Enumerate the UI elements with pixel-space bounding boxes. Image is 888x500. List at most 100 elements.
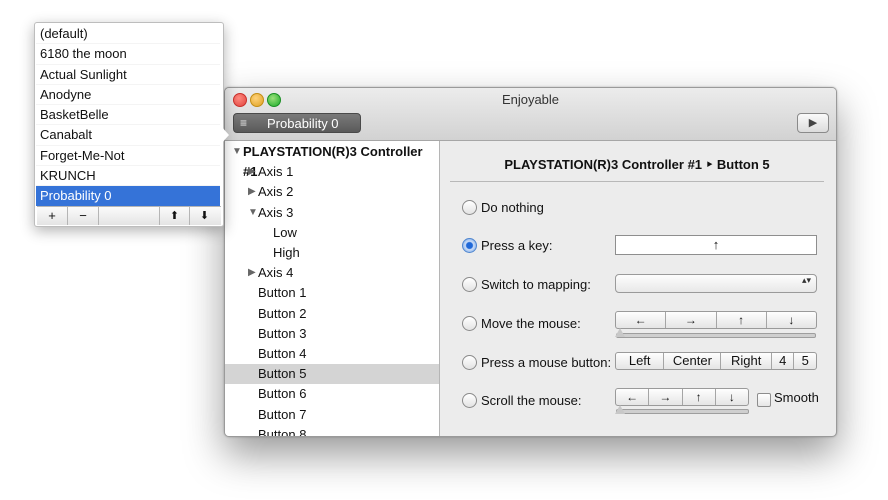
smooth-checkbox[interactable] [757,393,771,407]
tree-item-label: Button 3 [258,325,307,341]
tree-item[interactable]: Button 8 [225,425,439,436]
tree-item[interactable]: Button 6 [225,384,439,404]
tree-item-label: High [273,245,300,260]
mapping-list-button-label: Probability 0 [267,116,339,131]
tree-item-label: Button 6 [258,386,307,402]
move-mouse-radio[interactable] [462,316,477,331]
mapping-list-toolbar: + − ⬆ ⬇ [37,206,221,225]
move-mapping-down-button[interactable]: ⬇ [190,207,219,225]
move-mapping-up-button[interactable]: ⬆ [160,207,190,225]
tree-item[interactable]: Button 4 [225,344,439,364]
scroll-speed-slider[interactable] [616,409,749,414]
tree-device-row[interactable]: ▼ PLAYSTATION(R)3 Controller #1 [225,142,439,179]
tree-item[interactable]: Button 2 [225,304,439,324]
play-icon: ▶ [808,117,818,129]
mouse-button-segment[interactable]: Left [616,353,663,369]
title-bar[interactable]: Enjoyable ≡ Probability 0 ▶ [225,88,836,141]
do-nothing-label: Do nothing [481,200,544,215]
scroll-direction-segment[interactable]: ← [616,389,648,405]
mapping-list-item[interactable]: Forget-Me-Not [36,146,220,166]
mouse-button-control[interactable]: Left Center Right 4 5 [615,352,817,370]
tree-item-label: Axis 3 [258,204,294,220]
mapping-list-item[interactable]: Canabalt [36,125,220,146]
start-mapping-button[interactable]: ▶ [797,113,829,133]
disclosure-open-icon[interactable]: ▼ [248,203,258,223]
detail-title: PLAYSTATION(R)3 Controller #1 ‣ Button 5 [450,157,824,182]
scroll-direction-segment[interactable]: ↑ [681,389,715,405]
detail-pane: PLAYSTATION(R)3 Controller #1 ‣ Button 5… [440,141,836,436]
tree-item[interactable]: ▶ Axis 2 [225,182,439,202]
select-arrows-icon: ▴▾ [801,275,811,285]
scroll-direction-control[interactable]: ← → ↑ ↓ [615,388,749,406]
tree-item-label: Button 5 [258,366,307,382]
disclosure-closed-icon[interactable]: ▶ [248,182,256,202]
device-tree[interactable]: ▼ PLAYSTATION(R)3 Controller #1 ▶ Axis 1 ▶ Ax… [225,141,440,436]
key-input-field[interactable]: ↑ [615,235,817,255]
popover-pointer [220,125,229,145]
tree-item-label: Low [273,224,297,240]
move-speed-slider-knob[interactable] [615,328,625,337]
tree-item[interactable]: ▶ Axis 4 [225,263,439,283]
move-speed-slider[interactable] [616,333,816,338]
mapping-list-item[interactable]: KRUNCH [36,166,220,186]
main-window: Enjoyable ≡ Probability 0 ▶ ▼ PLAYSTATION… [224,87,837,437]
switch-mapping-label: Switch to mapping: [481,277,591,292]
remove-mapping-button[interactable]: − [68,207,99,225]
press-mouse-button-radio[interactable] [462,355,477,370]
mapping-list-item[interactable]: 6180 the moon [36,44,220,65]
disclosure-open-icon[interactable]: ▼ [232,142,242,162]
mouse-button-segment[interactable]: Right [720,353,771,369]
move-direction-segment[interactable]: ↓ [765,312,816,328]
mapping-list-item[interactable]: Anodyne [36,85,220,105]
move-mouse-direction-control[interactable]: ← → ↑ ↓ [615,311,817,329]
scroll-speed-slider-knob[interactable] [615,405,625,414]
list-icon: ≡ [240,116,248,130]
tree-item-label: Axis 4 [258,265,294,281]
tree-item[interactable]: Button 5 [225,364,439,385]
disclosure-closed-icon[interactable]: ▶ [248,162,256,182]
tree-item[interactable]: Button 3 [225,324,439,344]
add-mapping-button[interactable]: + [37,207,68,225]
do-nothing-radio[interactable] [462,200,477,215]
move-direction-segment[interactable]: → [665,312,715,328]
press-mouse-button-label: Press a mouse button: [481,355,612,370]
tree-item[interactable]: ▶ Axis 1 [225,162,439,182]
move-direction-segment[interactable]: ← [616,312,665,328]
scroll-direction-segment[interactable]: → [648,389,681,405]
switch-mapping-radio[interactable] [462,277,477,292]
move-mouse-label: Move the mouse: [481,316,581,331]
tree-item-label: Button 8 [258,426,307,436]
mapping-select[interactable]: ▴▾ [615,274,817,293]
tree-item[interactable]: Button 7 [225,405,439,425]
mapping-list-item[interactable]: BasketBelle [36,105,220,126]
press-key-radio[interactable] [462,238,477,253]
press-key-label: Press a key: [481,238,553,253]
smooth-label: Smooth [774,390,819,405]
scroll-direction-segment[interactable]: ↓ [714,389,748,405]
window-title: Enjoyable [501,92,560,107]
tree-item-label: Button 2 [258,305,307,321]
tree-item[interactable]: ▼ Axis 3 [225,203,439,223]
scroll-mouse-label: Scroll the mouse: [481,393,582,408]
scroll-mouse-radio[interactable] [462,393,477,408]
mapping-list-button[interactable]: ≡ Probability 0 [233,113,361,133]
tree-item-label: Button 4 [258,346,307,361]
tree-item[interactable]: Button 1 [225,283,439,303]
disclosure-closed-icon[interactable]: ▶ [248,263,256,283]
mapping-list[interactable]: (default) 6180 the moon Actual Sunlight Ano… [36,24,220,207]
tree-item-label: Button 7 [258,406,307,422]
mapping-list-popover: (default) 6180 the moon Actual Sunlight Ano… [34,22,224,227]
mouse-button-segment[interactable]: 4 [770,353,794,369]
toolbar-spacer [99,207,160,225]
mapping-list-item[interactable]: (default) [36,24,220,45]
mapping-list-item[interactable]: Probability 0 [36,186,220,207]
mouse-button-segment[interactable]: Center [663,353,720,369]
tree-item-label: Button 1 [258,285,307,301]
tree-item[interactable]: High [225,243,439,263]
tree-item-label: Axis 2 [258,184,294,200]
mapping-list-item[interactable]: Actual Sunlight [36,65,220,85]
mouse-button-segment[interactable]: 5 [793,353,816,369]
move-direction-segment[interactable]: ↑ [715,312,766,328]
tree-item-label: Axis 1 [258,164,294,180]
tree-item[interactable]: Low [225,223,439,243]
